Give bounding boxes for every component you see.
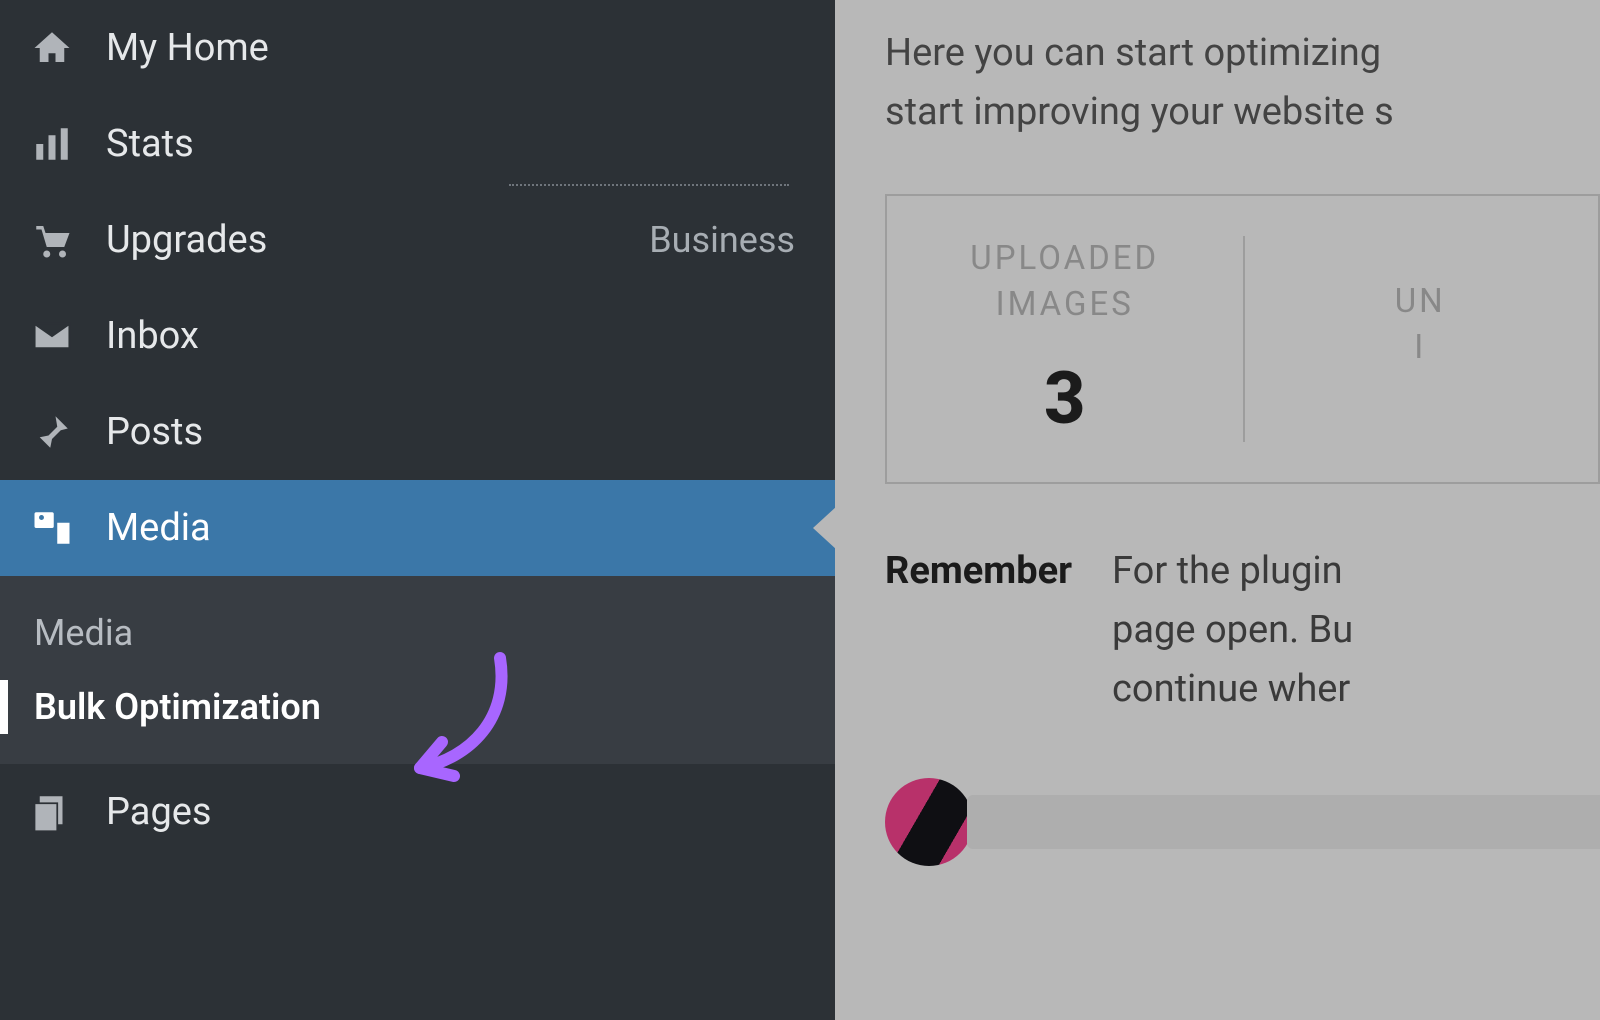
stat-label: UPLOADED IMAGES xyxy=(970,236,1159,328)
stat-value: 3 xyxy=(1044,356,1086,441)
intro-line: start improving your website s xyxy=(885,83,1600,142)
sidebar-item-label: Upgrades xyxy=(106,218,267,262)
remember-label: Remember xyxy=(885,542,1072,719)
divider xyxy=(509,184,789,186)
sidebar-item-inbox[interactable]: Inbox xyxy=(0,288,835,384)
sidebar-item-media[interactable]: Media xyxy=(0,480,835,576)
sidebar-item-label: Inbox xyxy=(106,314,199,358)
media-icon xyxy=(28,507,76,549)
intro-line: Here you can start optimizing xyxy=(885,24,1600,83)
sidebar-item-label: Pages xyxy=(106,790,212,834)
intro-text: Here you can start optimizing start impr… xyxy=(885,0,1600,142)
stat-uploaded-images: UPLOADED IMAGES 3 xyxy=(887,196,1243,482)
home-icon xyxy=(28,27,76,69)
sidebar-item-label: My Home xyxy=(106,26,269,70)
cart-icon xyxy=(28,219,76,261)
media-submenu: Media Bulk Optimization xyxy=(0,576,835,764)
sidebar-item-upgrades[interactable]: Upgrades Business xyxy=(0,192,835,288)
sidebar-item-label: Media xyxy=(106,506,211,550)
sidebar-item-pages[interactable]: Pages xyxy=(0,764,835,860)
pin-icon xyxy=(28,411,76,453)
sidebar-item-label: Stats xyxy=(106,122,194,166)
sidebar-item-my-home[interactable]: My Home xyxy=(0,0,835,96)
submenu-item-bulk-optimization[interactable]: Bulk Optimization xyxy=(0,670,835,744)
sidebar-item-posts[interactable]: Posts xyxy=(0,384,835,480)
bar-chart-icon xyxy=(28,123,76,165)
mail-icon xyxy=(28,315,76,357)
sidebar-item-stats[interactable]: Stats xyxy=(0,96,835,192)
progress-bar[interactable] xyxy=(967,795,1600,849)
pages-icon xyxy=(28,791,76,833)
plan-badge: Business xyxy=(649,219,807,261)
plugin-logo-icon xyxy=(885,778,973,866)
remember-note: Remember For the plugin page open. Bu co… xyxy=(885,542,1600,719)
remember-body: For the plugin page open. Bu continue wh… xyxy=(1112,542,1353,719)
submenu-heading[interactable]: Media xyxy=(0,596,835,670)
admin-sidebar: My Home Stats Upgrades Business Inbox Po… xyxy=(0,0,835,1020)
main-content: Here you can start optimizing start impr… xyxy=(835,0,1600,1020)
stat-label: UN I xyxy=(1395,279,1446,371)
progress-row xyxy=(885,778,1600,866)
sidebar-item-label: Posts xyxy=(106,410,203,454)
stats-panel: UPLOADED IMAGES 3 UN I xyxy=(885,194,1600,484)
stat-col-2: UN I xyxy=(1243,196,1599,482)
